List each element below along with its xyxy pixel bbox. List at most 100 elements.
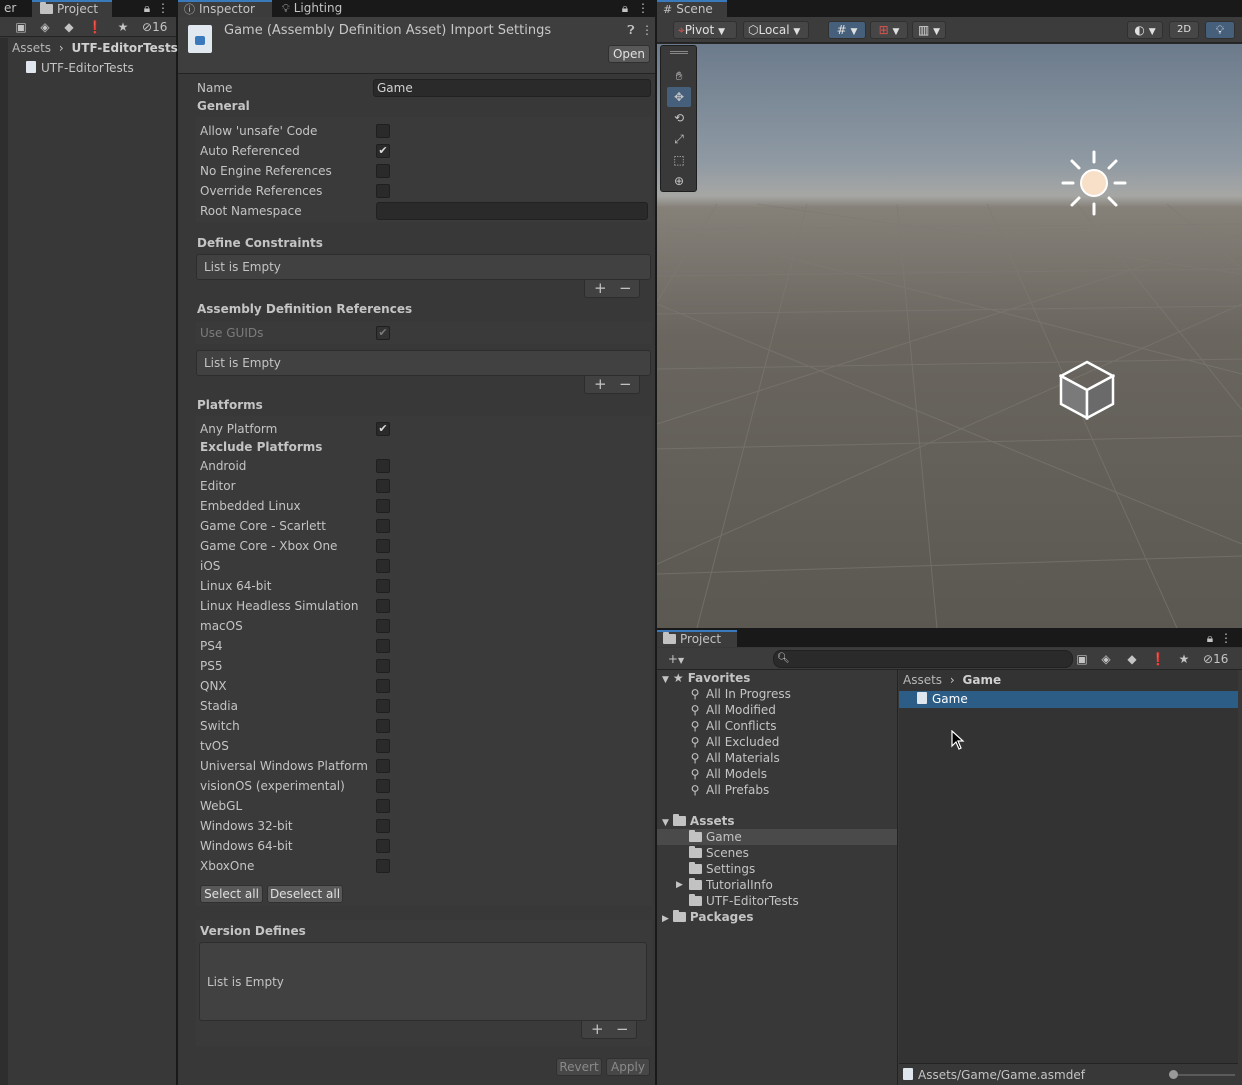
lighting-toggle[interactable]: 💡︎	[1205, 21, 1235, 39]
add-icon[interactable]: +	[594, 280, 607, 296]
assets-row[interactable]: ▼ Assets	[657, 813, 897, 829]
asset-folder-item[interactable]: UTF-EditorTests	[657, 893, 897, 909]
search-by-type-icon[interactable]: ▣	[12, 19, 30, 35]
favorites-row[interactable]: ▼ ★ Favorites	[657, 670, 897, 686]
favorite-item[interactable]: ⚲ All Modified	[657, 702, 897, 718]
root-namespace-field[interactable]	[376, 202, 648, 220]
platform-checkbox[interactable]	[376, 819, 390, 833]
auto-referenced-checkbox[interactable]: ✔	[376, 144, 390, 158]
remove-icon[interactable]: −	[619, 376, 632, 392]
override-references-checkbox[interactable]	[376, 184, 390, 198]
breadcrumb-assets[interactable]: Assets	[903, 673, 942, 687]
hidden-count[interactable]: ⊘16	[1203, 651, 1228, 667]
name-field[interactable]: Game	[373, 79, 651, 97]
platform-checkbox[interactable]	[376, 839, 390, 853]
more-menu-icon[interactable]: ⋮	[1217, 630, 1235, 646]
platform-checkbox[interactable]	[376, 639, 390, 653]
packages-row[interactable]: ▶ Packages	[657, 909, 897, 925]
revert-button[interactable]: Revert	[556, 1058, 602, 1076]
draw-mode-dropdown[interactable]: ◐ ▼	[1127, 21, 1163, 39]
tag-icon[interactable]: ◆	[60, 19, 78, 35]
tab-scene[interactable]: # Scene	[657, 0, 727, 17]
open-button[interactable]: Open	[608, 45, 650, 63]
search-input[interactable]: 🔍︎	[773, 650, 1073, 668]
palette-handle[interactable]	[670, 51, 688, 54]
slider-thumb[interactable]	[1169, 1070, 1178, 1079]
asset-folder-item[interactable]: Settings	[657, 861, 897, 877]
breadcrumb-current[interactable]: Game	[963, 673, 1002, 687]
favorite-item[interactable]: ⚲ All Models	[657, 766, 897, 782]
platform-checkbox[interactable]	[376, 519, 390, 533]
platform-checkbox[interactable]	[376, 559, 390, 573]
tab-inspector[interactable]: ⓘ Inspector	[178, 0, 272, 17]
list-item[interactable]: Game	[899, 691, 1238, 708]
scale-tool-icon[interactable]: ⤢	[667, 129, 691, 149]
camera-cube-icon[interactable]	[1058, 360, 1116, 421]
filter-label-icon[interactable]: ◈	[36, 19, 54, 35]
local-dropdown[interactable]: ⬡Local ▼	[743, 21, 809, 39]
deselect-all-button[interactable]: Deselect all	[267, 885, 343, 903]
tab-project[interactable]: Project	[32, 0, 112, 17]
move-tool-icon[interactable]: ✥	[667, 87, 691, 107]
platform-checkbox[interactable]	[376, 859, 390, 873]
warning-icon[interactable]: ❗	[1149, 651, 1167, 667]
tab-project[interactable]: Project	[657, 630, 737, 647]
asset-folder-item[interactable]: Game	[657, 829, 897, 845]
add-icon[interactable]: +	[594, 376, 607, 392]
search-by-type-icon[interactable]: ▣	[1073, 651, 1091, 667]
favorite-item[interactable]: ⚲ All Materials	[657, 750, 897, 766]
icon-size-slider[interactable]	[1169, 1070, 1235, 1079]
platform-checkbox[interactable]	[376, 799, 390, 813]
hidden-count[interactable]: ⊘16	[142, 19, 167, 35]
increment-snap-toggle[interactable]: ⊞ ▼	[870, 21, 908, 39]
add-icon[interactable]: +	[591, 1021, 604, 1037]
favorite-item[interactable]: ⚲ All Conflicts	[657, 718, 897, 734]
platform-checkbox[interactable]	[376, 579, 390, 593]
transform-tool-icon[interactable]: ⊕	[667, 171, 691, 191]
platform-checkbox[interactable]	[376, 499, 390, 513]
remove-icon[interactable]: −	[616, 1021, 629, 1037]
platform-checkbox[interactable]	[376, 659, 390, 673]
favorite-item[interactable]: ⚲ All Excluded	[657, 734, 897, 750]
hand-tool-icon[interactable]: ✋︎	[667, 66, 691, 86]
asset-folder-item[interactable]: ▶ TutorialInfo	[657, 877, 897, 893]
chevron-right-icon[interactable]: ▶	[676, 877, 683, 893]
filter-label-icon[interactable]: ◈	[1097, 651, 1115, 667]
platform-checkbox[interactable]	[376, 719, 390, 733]
asset-folder-item[interactable]: Scenes	[657, 845, 897, 861]
favorite-item[interactable]: ⚲ All Prefabs	[657, 782, 897, 798]
tab-hierarchy[interactable]: er	[0, 0, 24, 17]
scene-viewport[interactable]	[657, 44, 1242, 628]
any-platform-checkbox[interactable]: ✔	[376, 422, 390, 436]
no-engine-references-checkbox[interactable]	[376, 164, 390, 178]
platform-checkbox[interactable]	[376, 459, 390, 473]
platform-checkbox[interactable]	[376, 679, 390, 693]
rect-tool-icon[interactable]: ⬚	[667, 150, 691, 170]
2d-toggle[interactable]: 2D	[1169, 21, 1199, 39]
tab-lighting[interactable]: 💡︎ Lighting	[276, 0, 350, 17]
settings-menu-icon[interactable]: ⋮	[638, 22, 656, 38]
pivot-dropdown[interactable]: ⌖Pivot ▼	[673, 21, 737, 39]
star-icon[interactable]: ★	[1175, 651, 1193, 667]
more-menu-icon[interactable]: ⋮	[634, 0, 652, 16]
remove-icon[interactable]: −	[619, 280, 632, 296]
platform-checkbox[interactable]	[376, 539, 390, 553]
tag-icon[interactable]: ◆	[1123, 651, 1141, 667]
platform-checkbox[interactable]	[376, 699, 390, 713]
allow-unsafe-checkbox[interactable]	[376, 124, 390, 138]
sun-icon[interactable]	[1061, 150, 1127, 216]
favorite-item[interactable]: ⚲ All In Progress	[657, 686, 897, 702]
platform-checkbox[interactable]	[376, 619, 390, 633]
apply-button[interactable]: Apply	[606, 1058, 650, 1076]
grid-snap-toggle[interactable]: # ▼	[828, 21, 866, 39]
platform-checkbox[interactable]	[376, 599, 390, 613]
list-item[interactable]: UTF-EditorTests	[26, 60, 134, 76]
breadcrumb-assets[interactable]: Assets	[12, 41, 51, 55]
platform-checkbox[interactable]	[376, 479, 390, 493]
warning-icon[interactable]: ❗	[86, 19, 104, 35]
platform-checkbox[interactable]	[376, 739, 390, 753]
breadcrumb-current[interactable]: UTF-EditorTests	[72, 41, 178, 55]
align-toggle[interactable]: ▥ ▼	[912, 21, 946, 39]
platform-checkbox[interactable]	[376, 779, 390, 793]
platform-checkbox[interactable]	[376, 759, 390, 773]
